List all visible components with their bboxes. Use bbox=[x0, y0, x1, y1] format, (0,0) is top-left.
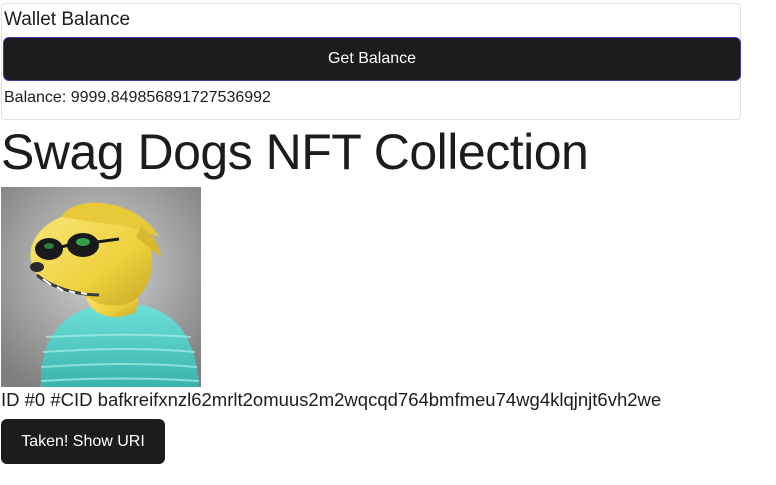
nft-id: ID #0 bbox=[1, 389, 46, 410]
nft-id-cid: ID #0 #CID bafkreifxnzl62mrlt2omuus2m2wq… bbox=[1, 389, 661, 411]
get-balance-button[interactable]: Get Balance bbox=[3, 37, 741, 81]
nft-cid-value: bafkreifxnzl62mrlt2omuus2m2wqcqd764bmfme… bbox=[97, 389, 662, 410]
balance-display: Balance: 9999.849856891727536992 bbox=[4, 88, 271, 107]
wallet-balance-card: Wallet Balance Get Balance Balance: 9999… bbox=[1, 3, 741, 120]
balance-label: Balance: bbox=[4, 89, 67, 106]
collection-title: Swag Dogs NFT Collection bbox=[1, 124, 589, 180]
show-uri-button[interactable]: Taken! Show URI bbox=[1, 419, 165, 464]
wallet-balance-title: Wallet Balance bbox=[4, 9, 131, 30]
nft-cid-label: #CID bbox=[50, 389, 93, 410]
nft-image bbox=[1, 187, 201, 387]
balance-value: 9999.849856891727536992 bbox=[70, 89, 271, 106]
